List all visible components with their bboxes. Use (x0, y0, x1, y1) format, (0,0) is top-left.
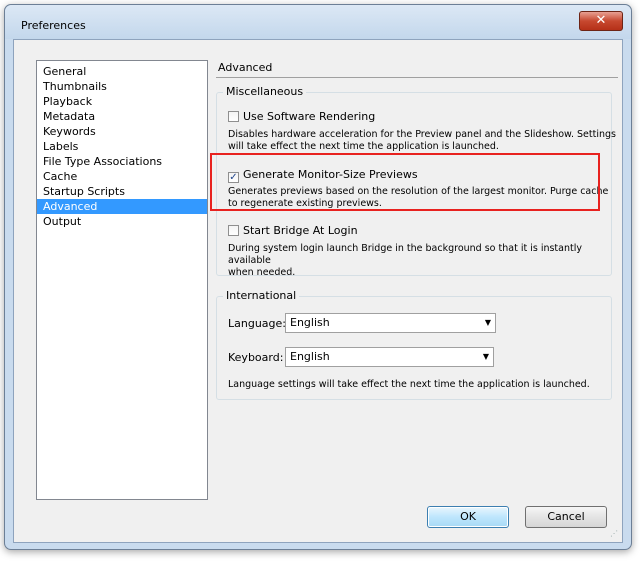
dialog-body: General Thumbnails Playback Metadata Key… (13, 39, 623, 543)
software-rendering-label[interactable]: Use Software Rendering (243, 110, 375, 123)
highlight-box (210, 153, 600, 211)
start-bridge-at-login-description: During system login launch Bridge in the… (228, 243, 622, 279)
category-item-playback[interactable]: Playback (37, 94, 207, 109)
panel-title-divider (216, 77, 618, 78)
language-select[interactable]: English ▼ (285, 313, 496, 333)
category-item-file-type-associations[interactable]: File Type Associations (37, 154, 207, 169)
category-item-advanced[interactable]: Advanced (37, 199, 207, 214)
start-bridge-at-login-checkbox[interactable] (228, 225, 239, 236)
miscellaneous-group-label: Miscellaneous (223, 85, 307, 98)
description-line: when needed. (228, 267, 296, 278)
keyboard-label: Keyboard: (228, 351, 284, 364)
resize-grip-icon[interactable]: ⋰ (610, 530, 620, 540)
category-item-keywords[interactable]: Keywords (37, 124, 207, 139)
international-group-label: International (223, 289, 300, 302)
category-item-general[interactable]: General (37, 64, 207, 79)
ok-button[interactable]: OK (427, 506, 509, 528)
language-label: Language: (228, 317, 286, 330)
keyboard-select[interactable]: English ▼ (285, 347, 494, 367)
category-item-output[interactable]: Output (37, 214, 207, 229)
category-item-labels[interactable]: Labels (37, 139, 207, 154)
software-rendering-checkbox[interactable] (228, 111, 239, 122)
category-item-cache[interactable]: Cache (37, 169, 207, 184)
category-list[interactable]: General Thumbnails Playback Metadata Key… (36, 60, 208, 500)
category-item-startup-scripts[interactable]: Startup Scripts (37, 184, 207, 199)
keyboard-select-value: English (290, 350, 330, 363)
software-rendering-option[interactable]: Use Software Rendering (228, 110, 375, 123)
language-select-value: English (290, 316, 330, 329)
window-title: Preferences (21, 19, 86, 32)
description-line: During system login launch Bridge in the… (228, 243, 582, 266)
description-line: Disables hardware acceleration for the P… (228, 129, 616, 140)
preferences-window: Preferences ✕ General Thumbnails Playbac… (4, 4, 632, 550)
category-item-metadata[interactable]: Metadata (37, 109, 207, 124)
language-settings-note: Language settings will take effect the n… (228, 379, 590, 390)
start-bridge-at-login-label[interactable]: Start Bridge At Login (243, 224, 358, 237)
close-button[interactable]: ✕ (579, 11, 623, 31)
cancel-button[interactable]: Cancel (525, 506, 607, 528)
title-bar: Preferences ✕ (5, 5, 631, 39)
chevron-down-icon: ▼ (484, 318, 491, 327)
software-rendering-description: Disables hardware acceleration for the P… (228, 129, 616, 153)
panel-title: Advanced (218, 61, 273, 74)
description-line: will take effect the next time the appli… (228, 141, 499, 152)
start-bridge-at-login-option[interactable]: Start Bridge At Login (228, 224, 358, 237)
category-item-thumbnails[interactable]: Thumbnails (37, 79, 207, 94)
chevron-down-icon: ▼ (482, 352, 489, 361)
